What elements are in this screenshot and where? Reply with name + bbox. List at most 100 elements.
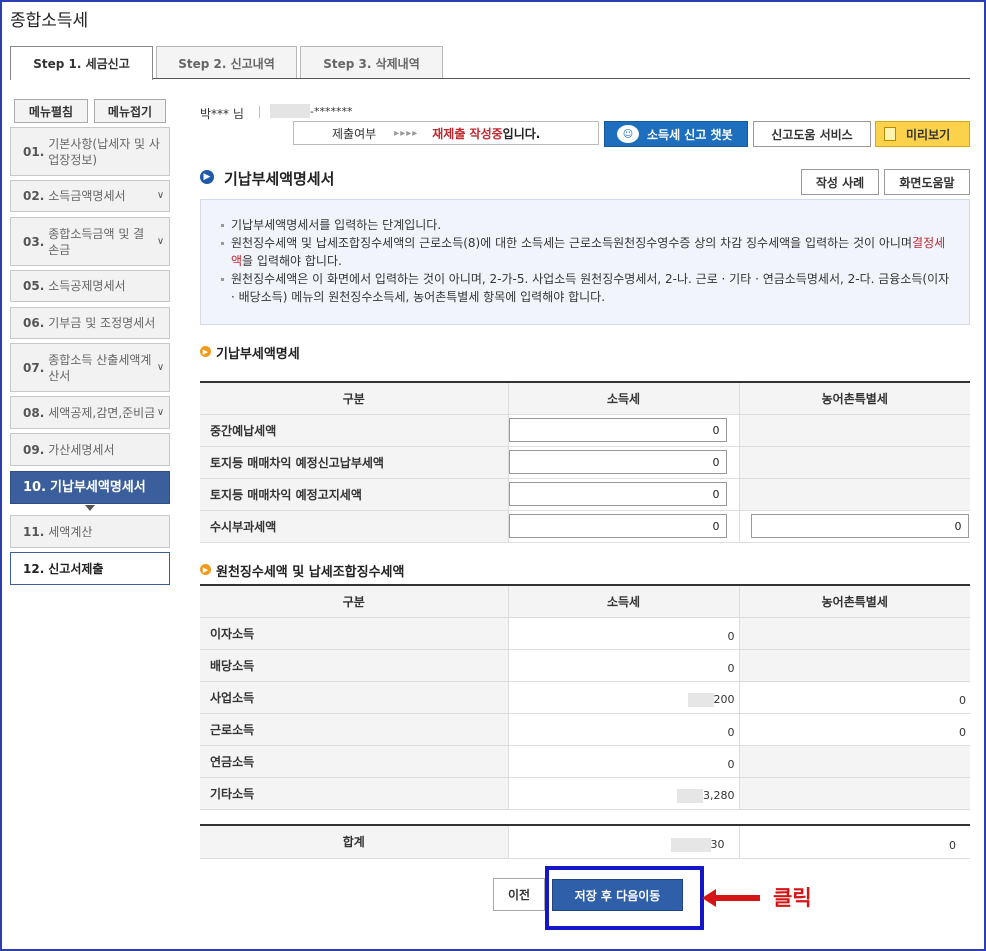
menu-arrow-icon [85, 505, 95, 511]
row-label: 근로소득 [200, 713, 509, 746]
income-tax-input[interactable]: 0 [508, 482, 727, 506]
chevron-down-icon[interactable]: ∨ [154, 403, 167, 422]
total-rural-tax: 0 [739, 825, 970, 859]
table-row: 이자소득 0 [200, 617, 970, 650]
rural-tax-value: 0 [739, 713, 970, 746]
sidebar-item-label: 기부금 및 조정명세서 [48, 316, 156, 330]
rural-tax-cell [739, 478, 970, 511]
chatbot-button[interactable]: ☺ 소득세 신고 챗봇 [604, 121, 748, 147]
menu-collapse-button[interactable]: 메뉴접기 [94, 99, 166, 123]
table-row: 근로소득 0 0 [200, 713, 970, 746]
tab-step1[interactable]: Step 1. 세금신고 [10, 46, 153, 80]
table-header-row: 구분 소득세 농어촌특별세 [200, 382, 970, 415]
user-name: 박*** 님 [200, 107, 244, 121]
screen-help-button[interactable]: 화면도움말 [884, 169, 970, 195]
row-label: 연금소득 [200, 745, 509, 778]
sidebar-item-total-income[interactable]: 03. 종합소득금액 및 결손금 ∨ [10, 217, 170, 266]
bullet-icon: ▶ [200, 564, 211, 575]
income-tax-input[interactable]: 0 [508, 450, 727, 474]
sidebar-item-tax-credit[interactable]: 08. 세액공제,감면,준비금 ∨ [10, 396, 170, 429]
sidebar-item-num: 10. [23, 479, 47, 495]
table-row: 토지등 매매차익 예정고지세액 0 [200, 478, 970, 511]
sidebar-item-num: 02. [23, 189, 45, 203]
sidebar-item-deduction[interactable]: 05. 소득공제명세서 [10, 270, 170, 302]
income-tax-value: 0 [508, 745, 740, 778]
sidebar-item-tax-calc[interactable]: 07. 종합소득 산출세액계산서 ∨ [10, 343, 170, 392]
rural-tax-input[interactable]: 0 [750, 514, 969, 538]
col-header: 구분 [200, 382, 509, 415]
sidebar-item-prepaid-tax[interactable]: 10. 기납부세액명세서 [10, 471, 170, 504]
table2-title: 원천징수세액 및 납세조합징수세액 [216, 565, 405, 580]
rural-tax-value: 0 [739, 681, 970, 714]
chatbot-label: 소득세 신고 챗봇 [647, 127, 733, 142]
chevron-down-icon[interactable]: ∨ [154, 359, 167, 377]
menu-expand-button[interactable]: 메뉴펼침 [14, 99, 88, 123]
sidebar-item-label: 종합소득 산출세액계산서 [48, 352, 152, 383]
table-row: 연금소득 0 [200, 745, 970, 778]
rural-tax-value [739, 745, 970, 778]
help-service-button[interactable]: 신고도움 서비스 [753, 121, 871, 147]
sidebar-item-num: 08. [23, 405, 45, 420]
sidebar-item-income-statement[interactable]: 02. 소득금액명세서 ∨ [10, 180, 170, 212]
rural-tax-cell: 0 [739, 510, 970, 543]
info-line: 원천징수세액은 이 화면에서 입력하는 것이 아니며, 2-가-5. 사업소득 … [221, 270, 951, 306]
sidebar-item-num: 11. [23, 524, 45, 539]
income-tax-cell: 0 [508, 478, 740, 511]
table-row: 사업소득 200 0 [200, 681, 970, 714]
divider [259, 106, 260, 118]
row-label: 토지등 매매차익 예정고지세액 [200, 478, 509, 511]
tab-underline [152, 78, 970, 79]
masked-value [687, 692, 714, 707]
sidebar-item-label: 소득공제명세서 [48, 279, 126, 293]
info-line: 기납부세액명세서를 입력하는 단계입니다. [221, 216, 951, 234]
table-row: 중간예납세액 0 [200, 414, 970, 447]
tab-step3[interactable]: Step 3. 삭제내역 [300, 46, 443, 79]
sidebar-item-num: 07. [23, 360, 45, 375]
total-row: 합계 30 0 [200, 825, 970, 859]
row-label: 사업소득 [200, 681, 509, 714]
income-tax-input[interactable]: 0 [508, 514, 727, 538]
user-id: -******* [270, 104, 390, 118]
income-tax-text: 3,280 [703, 788, 735, 802]
sidebar-item-num: 03. [23, 234, 45, 249]
row-label: 수시부과세액 [200, 510, 509, 543]
chevron-down-icon[interactable]: ∨ [154, 233, 167, 251]
sidebar-item-basic-info[interactable]: 01. 기본사항(납세자 및 사업장정보) [10, 127, 170, 176]
sidebar-item-donation[interactable]: 06. 기부금 및 조정명세서 [10, 307, 170, 339]
total-table: 합계 30 0 [200, 824, 970, 859]
preview-button[interactable]: 미리보기 [875, 121, 970, 147]
sidebar-item-submit[interactable]: 12. 신고서제출 [10, 552, 170, 585]
rural-tax-value [739, 617, 970, 650]
sidebar-item-num: 12. [23, 561, 45, 576]
bullet-icon: ▶ [200, 346, 211, 357]
table-row: 기타소득 3,280 [200, 777, 970, 810]
row-label: 기타소득 [200, 777, 509, 810]
rural-tax-value [739, 649, 970, 682]
table-row: 토지등 매매차익 예정신고납부세액 0 [200, 446, 970, 479]
sidebar-item-label: 세액계산 [48, 524, 93, 539]
prepaid-tax-table: 구분 소득세 농어촌특별세 중간예납세액 0 토지등 매매차익 예정신고납부세액… [200, 381, 970, 543]
table-header-row: 구분 소득세 농어촌특별세 [200, 585, 970, 618]
info-text: 원천징수세액 및 납세조합징수세액의 근로소득(8)에 대한 소득세는 근로소득… [231, 236, 913, 250]
save-next-button[interactable]: 저장 후 다음이동 [552, 879, 683, 911]
sidebar-item-num: 09. [23, 442, 45, 457]
sidebar-item-label: 소득금액명세서 [48, 189, 126, 203]
income-tax-cell: 0 [508, 446, 740, 479]
sidebar-item-penalty[interactable]: 09. 가산세명세서 [10, 433, 170, 466]
row-label: 이자소득 [200, 617, 509, 650]
rural-tax-value [739, 777, 970, 810]
col-header: 농어촌특별세 [739, 585, 970, 618]
row-label: 배당소득 [200, 649, 509, 682]
chevron-down-icon[interactable]: ∨ [154, 187, 167, 205]
withholding-tax-table: 구분 소득세 농어촌특별세 이자소득 0 배당소득 0 사업소득 200 0 근… [200, 584, 970, 810]
table1-title: 기납부세액명세 [216, 347, 300, 362]
income-tax-input[interactable]: 0 [508, 418, 727, 442]
sidebar-item-tax-compute[interactable]: 11. 세액계산 [10, 515, 170, 548]
prev-button[interactable]: 이전 [493, 878, 545, 911]
example-button[interactable]: 작성 사례 [801, 169, 879, 195]
tab-step2[interactable]: Step 2. 신고내역 [156, 46, 297, 79]
col-header: 농어촌특별세 [739, 382, 970, 415]
sidebar-item-num: 05. [23, 279, 45, 293]
col-header: 구분 [200, 585, 509, 618]
sidebar-item-label: 종합소득금액 및 결손금 [48, 226, 145, 257]
